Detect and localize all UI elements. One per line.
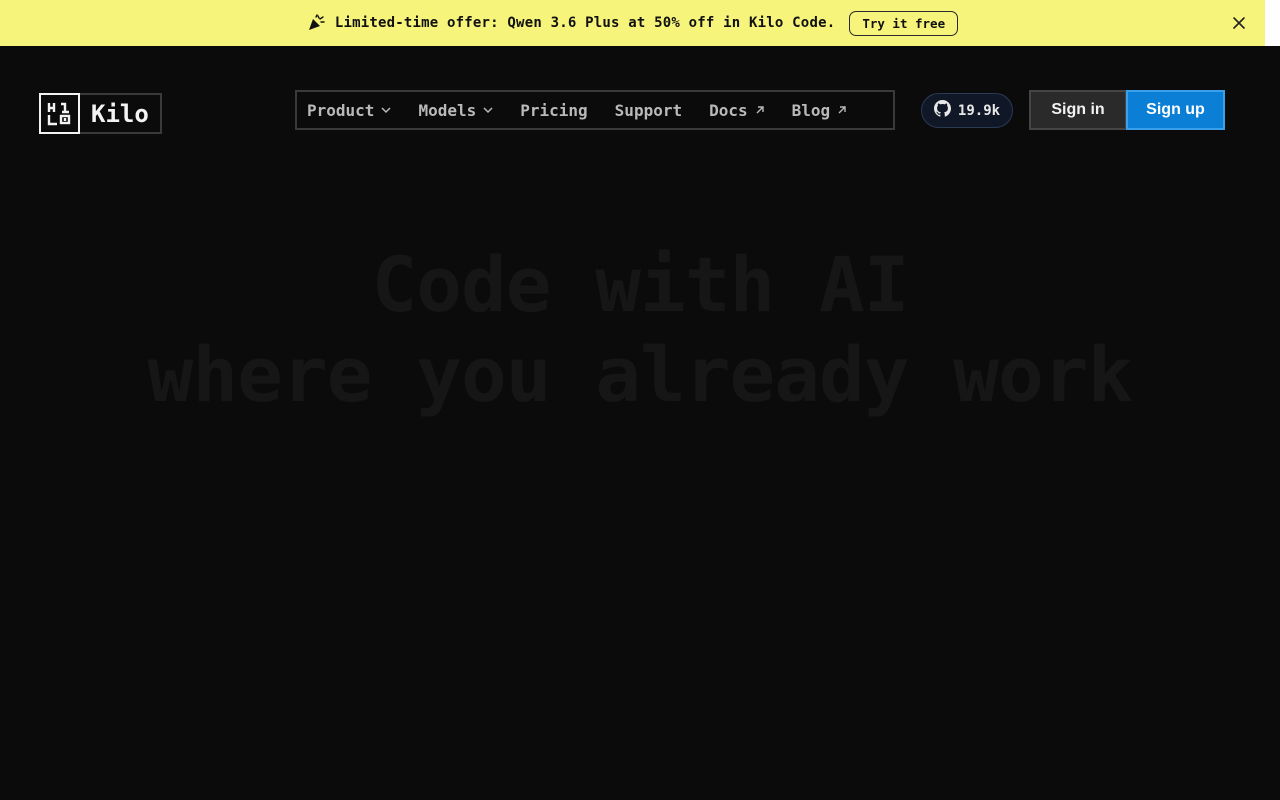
github-stars-button[interactable]: 19.9k — [921, 93, 1013, 128]
kilo-logo-link[interactable]: Kilo — [39, 93, 162, 134]
hero: Code with AI where you already work — [0, 240, 1280, 432]
external-arrow-icon — [837, 105, 847, 115]
close-banner-button[interactable] — [1229, 13, 1249, 33]
nav-support[interactable]: Support — [615, 101, 682, 120]
kilo-logo-mark — [39, 93, 80, 134]
nav-models-label: Models — [418, 100, 477, 120]
nav-pricing-label: Pricing — [520, 100, 588, 120]
promo-banner-content: Limited-time offer: Qwen 3.6 Plus at 50%… — [307, 10, 959, 36]
nav-docs[interactable]: Docs — [709, 101, 765, 120]
brand-name: Kilo — [91, 99, 149, 128]
party-popper-icon — [307, 14, 325, 32]
nav-models[interactable]: Models — [418, 101, 493, 120]
github-icon — [933, 100, 951, 121]
chevron-down-icon — [381, 106, 391, 114]
nav-product-label: Product — [307, 100, 375, 120]
try-it-free-button[interactable]: Try it free — [849, 10, 959, 36]
hero-title-line-1: Code with AI — [371, 240, 909, 329]
nav-product[interactable]: Product — [307, 101, 391, 120]
sign-in-button[interactable]: Sign in — [1029, 90, 1127, 130]
close-icon — [1233, 14, 1245, 33]
nav-pricing[interactable]: Pricing — [520, 101, 587, 120]
scrollbar-track — [1265, 0, 1280, 46]
nav-support-label: Support — [614, 100, 683, 120]
hero-title: Code with AI where you already work — [0, 240, 1280, 420]
nav-blog-label: Blog — [791, 100, 831, 120]
promo-banner: Limited-time offer: Qwen 3.6 Plus at 50%… — [0, 0, 1265, 46]
hero-title-line-2: where you already work — [147, 330, 1134, 419]
nav-blog[interactable]: Blog — [792, 101, 848, 120]
external-arrow-icon — [755, 105, 765, 115]
main-nav: Product Models Pricing Support Docs Blog — [295, 90, 895, 130]
nav-docs-label: Docs — [709, 100, 748, 120]
github-star-count: 19.9k — [957, 102, 1001, 119]
promo-text: Limited-time offer: Qwen 3.6 Plus at 50%… — [334, 15, 836, 31]
chevron-down-icon — [483, 106, 493, 114]
sign-up-button[interactable]: Sign up — [1126, 90, 1225, 130]
